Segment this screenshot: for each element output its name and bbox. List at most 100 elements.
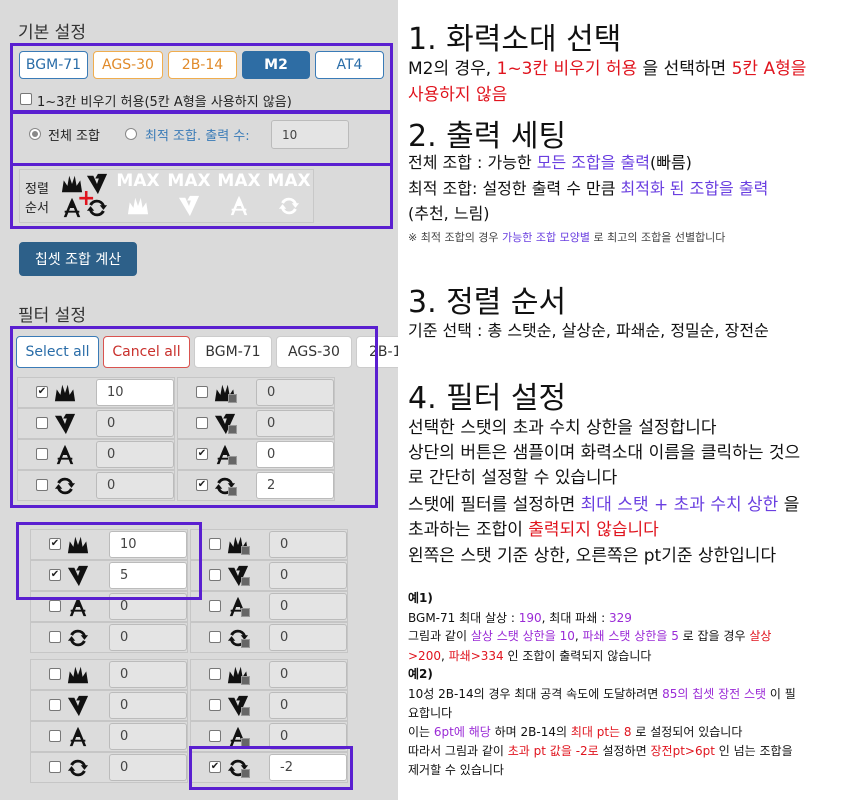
filter-stat-input[interactable]: 0 xyxy=(109,692,187,719)
text-doll-select-1: M2의 경우, 1~3칸 비우기 허용 을 선택하면 5칸 A형을 xyxy=(408,58,806,80)
example2-title: 예2) xyxy=(408,667,433,681)
text-span: 최적화 된 조합을 출력 xyxy=(620,179,769,198)
example2-line3: 이는 6pt에 해당 하며 2B-14의 최대 pt는 8 로 설정되어 있습니… xyxy=(408,722,742,743)
highlight-filter-main xyxy=(10,326,378,508)
filter-stat-checkbox[interactable] xyxy=(49,730,61,742)
filter-pt-checkbox[interactable] xyxy=(209,730,221,742)
text-span: 최적 조합: 설정한 출력 수 만큼 xyxy=(408,179,621,198)
text-span: , 최대 파쇄 : xyxy=(541,611,609,625)
pt-badge-icon xyxy=(241,546,250,555)
text-filter-2: 상단의 버튼은 샘플이며 화력소대 이름을 클릭하는 것으 xyxy=(408,443,801,463)
text-span: 설정하면 xyxy=(598,744,651,758)
heading-sort-order: 3. 정렬 순서 xyxy=(408,285,567,320)
example1-line2: 그림과 같이 살상 스탯 상한을 10, 파쇄 스탯 상한을 5 로 잡을 경우… xyxy=(408,626,771,647)
text-span: 하며 2B-14의 xyxy=(490,725,571,739)
example2-line2: 요합니다 xyxy=(408,706,453,720)
filter-pt-checkbox[interactable] xyxy=(209,538,221,550)
filter-stat-checkbox[interactable] xyxy=(49,668,61,680)
text-filter-6: 왼쪽은 스탯 기준 상한, 오른쪽은 pt기준 상한입니다 xyxy=(408,546,777,566)
highlight-example1 xyxy=(16,522,202,600)
text-span: 을 선택하면 xyxy=(637,59,732,79)
text-span: 초과 pt 값을 -2로 xyxy=(507,744,599,758)
highlight-output-setting xyxy=(10,110,393,166)
text-span: 모든 조합을 출력 xyxy=(536,153,650,172)
filter-pt-checkbox[interactable] xyxy=(209,569,221,581)
pt-badge-icon xyxy=(241,608,250,617)
filter-stat-input[interactable]: 0 xyxy=(109,754,187,781)
text-span: 인 넘는 조합을 xyxy=(714,744,793,758)
highlight-sort-order xyxy=(10,163,393,229)
example2-line4: 따라서 그림과 같이 초과 pt 값을 -2로 설정하면 장전pt>6pt 인 … xyxy=(408,741,793,762)
text-span: 85의 칩셋 장전 스탯 xyxy=(662,687,767,701)
text-span: 그림과 같이 xyxy=(408,629,471,643)
calculate-button[interactable]: 칩셋 조합 계산 xyxy=(19,242,137,276)
text-filter-3: 로 간단히 설정할 수 있습니다 xyxy=(408,468,618,488)
accuracy-icon xyxy=(67,726,89,748)
text-filter-1: 선택한 스탯의 초과 수치 상한을 설정합니다 xyxy=(408,418,717,438)
highlight-example2 xyxy=(189,746,353,790)
heading-doll-select: 1. 화력소대 선택 xyxy=(408,22,622,57)
settings-panel: 기본 설정 BGM-71 AGS-30 2B-14 M2 AT4 1~3칸 비우… xyxy=(0,0,398,800)
filter-pt-input[interactable]: 0 xyxy=(269,562,347,589)
text-span: 로 설정되어 있습니다 xyxy=(631,725,743,739)
text-span: 살상 xyxy=(749,629,772,643)
text-output-2: 최적 조합: 설정한 출력 수 만큼 최적화 된 조합을 출력 xyxy=(408,178,768,200)
text-span: M2의 경우, xyxy=(408,59,497,79)
filter-stat-input[interactable]: 0 xyxy=(109,661,187,688)
heading-output-setting: 2. 출력 세팅 xyxy=(408,119,567,154)
text-span: 6pt에 해당 xyxy=(433,725,491,739)
filter-pt-input[interactable]: 0 xyxy=(269,593,347,620)
filter-pt-checkbox[interactable] xyxy=(209,668,221,680)
pt-badge-icon xyxy=(241,639,250,648)
filter-pt-checkbox[interactable] xyxy=(209,600,221,612)
reload-icon xyxy=(67,627,89,649)
text-span: ※ 최적 조합의 경우 xyxy=(408,231,503,244)
example1-title: 예1) xyxy=(408,591,433,605)
filter-pt-input[interactable]: 0 xyxy=(269,692,347,719)
filter-pt-checkbox[interactable] xyxy=(209,631,221,643)
text-span: 파쇄>334 xyxy=(448,649,504,663)
text-span: 10성 2B-14의 경우 최대 공격 속도에 도달하려면 xyxy=(408,687,663,701)
text-span: 따라서 그림과 같이 xyxy=(408,744,508,758)
text-span: 인 조합이 출력되지 않습니다 xyxy=(503,649,652,663)
pt-badge-icon xyxy=(241,577,250,586)
pt-badge-icon xyxy=(241,707,250,716)
example1-line3: >200, 파쇄>334 인 조합이 출력되지 않습니다 xyxy=(408,646,651,667)
highlight-doll-select xyxy=(10,43,393,114)
text-span: 최대 pt는 8 xyxy=(570,725,632,739)
text-span: 이는 xyxy=(408,725,434,739)
break-icon xyxy=(67,695,89,717)
text-span: 초과하는 조합이 xyxy=(408,520,529,540)
text-output-1: 전체 조합 : 가능한 모든 조합을 출력(빠름) xyxy=(408,152,692,174)
filter-stat-checkbox[interactable] xyxy=(49,631,61,643)
text-span: (빠름) xyxy=(650,153,692,172)
text-span: 로 최고의 조합을 선별합니다 xyxy=(590,231,726,244)
filter-stat-input[interactable]: 0 xyxy=(109,723,187,750)
text-span: 출력되지 않습니다 xyxy=(528,520,659,540)
text-span: 5칸 A형을 xyxy=(731,59,807,79)
text-span: 전체 조합 : 가능한 xyxy=(408,153,537,172)
text-span: BGM-71 최대 살상 : xyxy=(408,611,519,625)
filter-stat-checkbox[interactable] xyxy=(49,600,61,612)
text-span: 파쇄 스탯 상한을 5 xyxy=(582,629,679,643)
filter-pt-input[interactable]: 0 xyxy=(269,531,347,558)
text-span: 장전pt>6pt xyxy=(650,744,715,758)
guide-panel: 1. 화력소대 선택 M2의 경우, 1~3칸 비우기 허용 을 선택하면 5칸… xyxy=(398,0,850,800)
text-span: 로 잡을 경우 xyxy=(678,629,750,643)
basic-settings-title: 기본 설정 xyxy=(18,23,86,43)
filter-stat-input[interactable]: 0 xyxy=(109,624,187,651)
filter-stat-checkbox[interactable] xyxy=(49,699,61,711)
text-span: 190 xyxy=(518,611,542,625)
filter-pt-checkbox[interactable] xyxy=(209,699,221,711)
filter-stat-checkbox[interactable] xyxy=(49,761,61,773)
reload-icon xyxy=(67,757,89,779)
text-span: 스탯에 필터를 설정하면 xyxy=(408,495,581,515)
text-span: 가능한 조합 모양별 xyxy=(502,231,590,244)
text-filter-5: 초과하는 조합이 출력되지 않습니다 xyxy=(408,519,659,541)
filter-pt-input[interactable]: 0 xyxy=(269,624,347,651)
filter-pt-input[interactable]: 0 xyxy=(269,661,347,688)
text-span: 최대 스탯 + 초과 수치 상한 xyxy=(580,495,779,515)
example2-line5: 제거할 수 있습니다 xyxy=(408,763,504,777)
text-filter-4: 스탯에 필터를 설정하면 최대 스탯 + 초과 수치 상한 을 xyxy=(408,494,799,516)
text-sort-order: 기준 선택 : 총 스탯순, 살상순, 파쇄순, 정밀순, 장전순 xyxy=(408,321,769,340)
